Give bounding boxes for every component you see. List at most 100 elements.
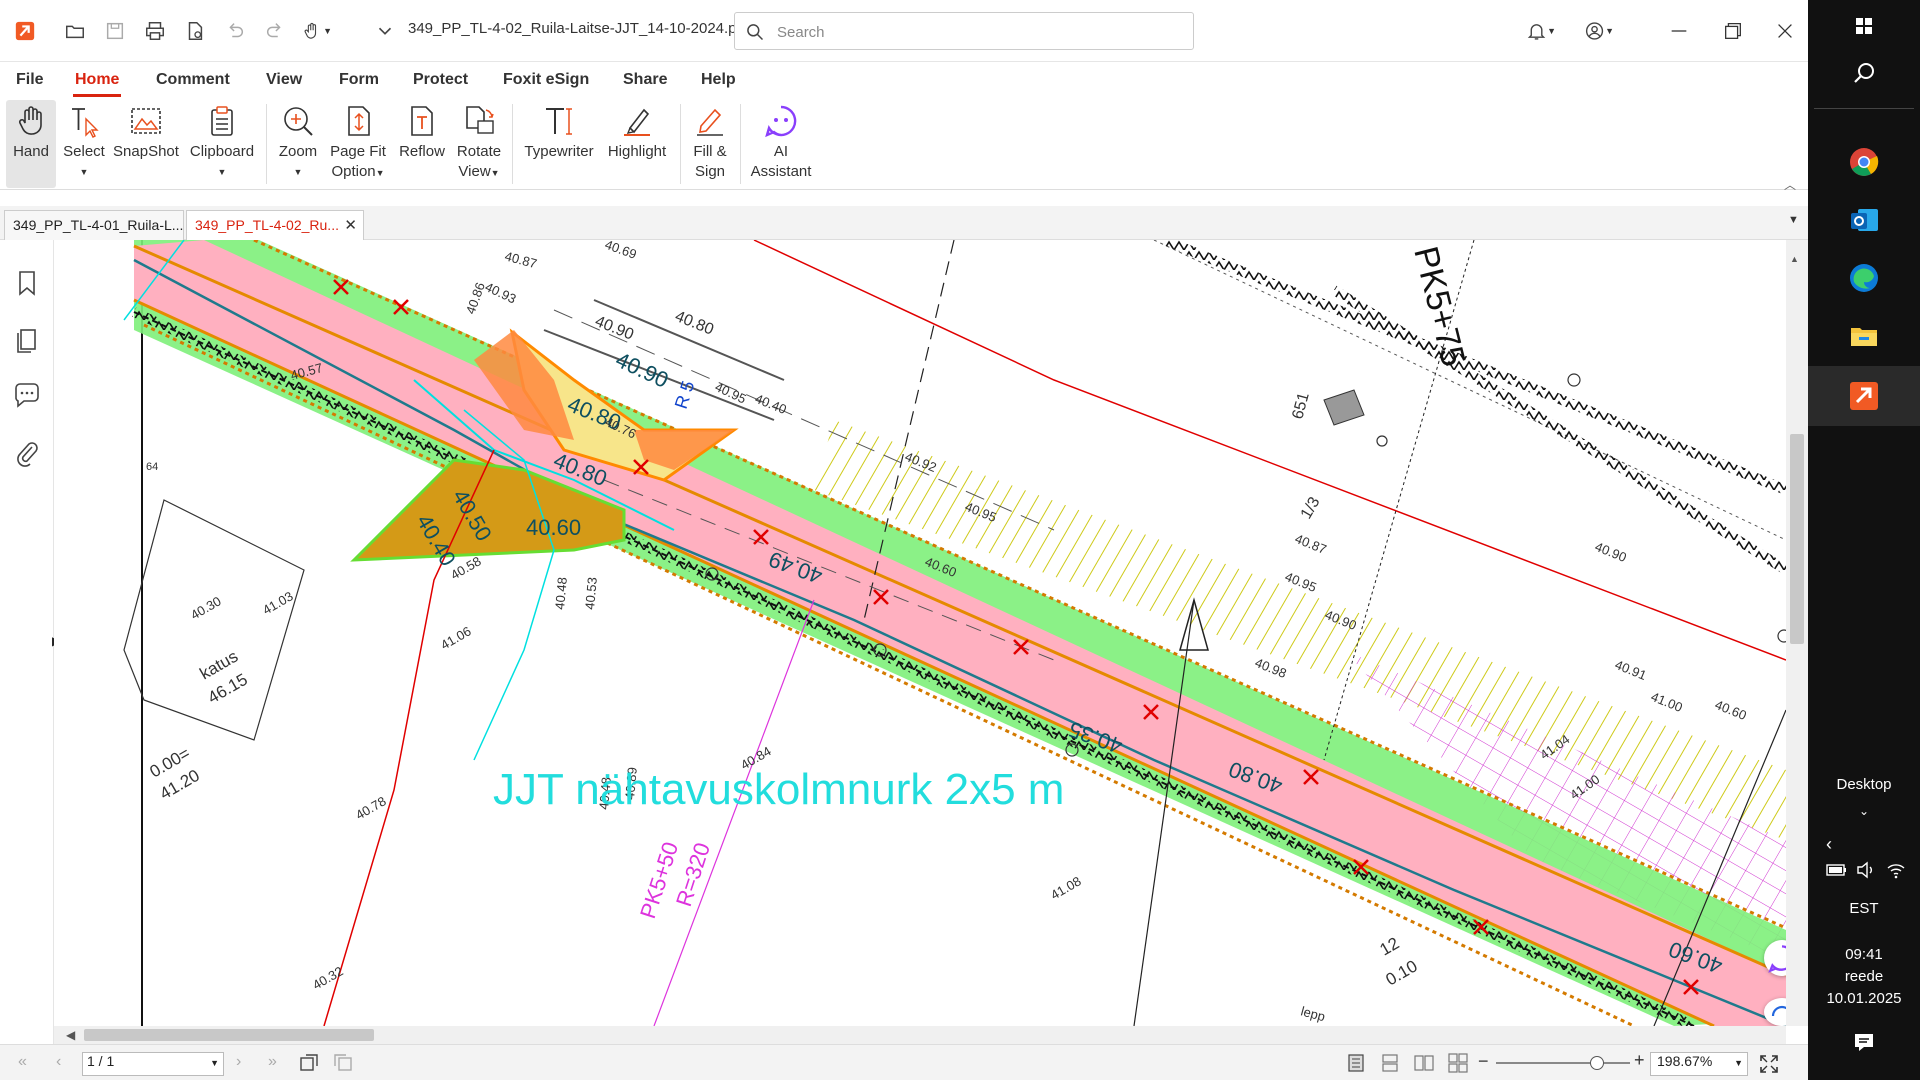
restore-icon[interactable] [1718,16,1748,46]
search-taskbar-icon[interactable] [1844,54,1884,94]
zoom-dropdown-icon[interactable]: ▼ [1734,1058,1743,1068]
pages-icon[interactable] [12,324,42,354]
minimize-icon[interactable] [1664,16,1694,46]
show-hidden-icons-icon[interactable]: ‹ [1826,834,1832,855]
fill-sign-label-1: Fill & [693,143,727,160]
close-icon[interactable] [1770,16,1800,46]
next-view-icon[interactable] [332,1052,354,1074]
tab-file[interactable]: File [16,71,44,89]
zoom-in-icon[interactable]: + [1634,1050,1645,1071]
clipboard-button[interactable]: Clipboard ▼ [186,100,258,188]
tab-protect[interactable]: Protect [413,71,468,89]
reflow-button[interactable]: Reflow [396,100,448,188]
typewriter-button[interactable]: Typewriter [522,100,596,188]
rotate-view-button[interactable]: Rotate View▼ [452,100,506,188]
ai-assistant-button[interactable]: AI Assistant [748,100,814,188]
hand-icon [18,106,42,135]
horizontal-scrollbar[interactable]: ◀ [66,1026,1786,1044]
file-explorer-icon[interactable] [1844,316,1884,356]
previous-view-icon[interactable] [298,1052,320,1074]
tab-comment[interactable]: Comment [156,71,230,89]
page-fit-option-button[interactable]: Page Fit Option▼ [326,100,390,188]
input-language[interactable]: EST [1808,900,1920,917]
quick-access-dropdown-icon[interactable] [370,16,400,46]
notification-bell-icon[interactable]: ▼ [1526,16,1556,46]
zoom-slider[interactable] [1496,1056,1630,1070]
wifi-icon[interactable] [1886,860,1906,880]
tab-foxit-esign[interactable]: Foxit eSign [503,71,589,89]
edge-icon[interactable] [1844,258,1884,298]
notification-center-icon[interactable] [1852,1030,1876,1054]
tab-list-dropdown-icon[interactable]: ▼ [1788,214,1799,226]
fill-sign-button[interactable]: Fill & Sign [688,100,732,188]
reflow-icon [411,106,433,136]
continuous-facing-icon[interactable] [1448,1053,1468,1073]
hand-button[interactable]: Hand [6,100,56,188]
zoom-button[interactable]: Zoom ▼ [274,100,322,188]
level-1: 40.87 [503,248,538,271]
volume-icon[interactable] [1856,860,1876,880]
road-plan-drawing: 40.87 40.69 40.93 40.90 40.86 40.80 40.5… [123,240,1786,1026]
collapse-ribbon-icon[interactable]: ︿ [1784,176,1796,193]
comments-icon[interactable] [12,380,42,410]
floating-ai-button[interactable] [1764,940,1786,976]
snapshot-button[interactable]: SnapShot [112,100,180,188]
zoom-level-field[interactable]: 198.67% ▼ [1650,1052,1748,1076]
tab-form[interactable]: Form [339,71,379,89]
next-page-icon[interactable]: › [236,1053,241,1071]
previous-page-icon[interactable]: ‹ [56,1053,61,1071]
create-pdf-icon[interactable] [180,16,210,46]
r5-label: R 5 [671,378,699,411]
zoom-out-icon[interactable]: − [1478,1051,1489,1072]
clock-time[interactable]: 09:41 [1808,946,1920,963]
tab-share[interactable]: Share [623,71,667,89]
battery-icon[interactable] [1826,862,1848,878]
desktop-label[interactable]: Desktop [1808,776,1920,793]
doc-tab-2[interactable]: 349_PP_TL-4-02_Ru... ✕ [186,210,364,240]
outlook-icon[interactable] [1844,200,1884,240]
num-651: 651 [1289,391,1312,421]
zoom-slider-thumb[interactable] [1590,1056,1604,1070]
continuous-page-icon[interactable] [1380,1053,1400,1073]
highlight-button[interactable]: Highlight [602,100,672,188]
page-number-field[interactable]: 1 / 1 ▼ [82,1052,224,1076]
level-34: 41.06 [438,623,474,652]
first-page-icon[interactable]: « [18,1053,27,1071]
clipboard-label: Clipboard [189,143,255,160]
account-icon[interactable]: ▼ [1584,16,1614,46]
close-tab-icon[interactable]: ✕ [344,216,357,234]
select-button[interactable]: Select ▼ [60,100,108,188]
fullscreen-icon[interactable] [1758,1053,1780,1075]
page-dropdown-icon[interactable]: ▼ [210,1058,219,1068]
hand-tool-dropdown-icon[interactable]: ▼ [302,16,332,46]
bookmark-icon[interactable] [12,268,42,298]
tab-help[interactable]: Help [701,71,736,89]
search-box[interactable] [734,12,1194,50]
search-input[interactable] [777,21,1177,43]
attachment-icon[interactable] [12,438,42,468]
navigation-panel: ▶ [0,240,61,1044]
single-page-icon[interactable] [1346,1053,1366,1073]
undo-icon[interactable] [220,16,250,46]
floating-help-button[interactable] [1764,998,1786,1026]
windows-start-icon[interactable] [1844,6,1884,46]
reflow-label: Reflow [399,143,445,160]
open-folder-icon[interactable] [60,16,90,46]
foxit-logo-icon[interactable] [10,16,40,46]
redo-icon[interactable] [260,16,290,46]
tab-home[interactable]: Home [72,71,122,97]
vertical-scrollbar[interactable]: ▲ [1786,240,1808,1026]
last-page-icon[interactable]: » [268,1053,277,1071]
vertical-scroll-thumb[interactable] [1790,434,1804,644]
horizontal-scroll-thumb[interactable] [84,1029,374,1041]
print-icon[interactable] [140,16,170,46]
chrome-icon[interactable] [1844,142,1884,182]
desktop-expand-icon[interactable]: ⌄ [1808,804,1920,818]
facing-page-icon[interactable] [1414,1053,1434,1073]
foxit-taskbar-item[interactable] [1808,366,1920,426]
tab-view[interactable]: View [266,71,302,89]
doc-tab-1[interactable]: 349_PP_TL-4-01_Ruila-L... [4,210,184,240]
save-icon[interactable] [100,16,130,46]
foxit-reader-window: ▼ 349_PP_TL-4-02_Ruila-Laitse-JJT_14-10-… [0,0,1808,1080]
pdf-page-view[interactable]: 40.87 40.69 40.93 40.90 40.86 40.80 40.5… [54,240,1786,1026]
